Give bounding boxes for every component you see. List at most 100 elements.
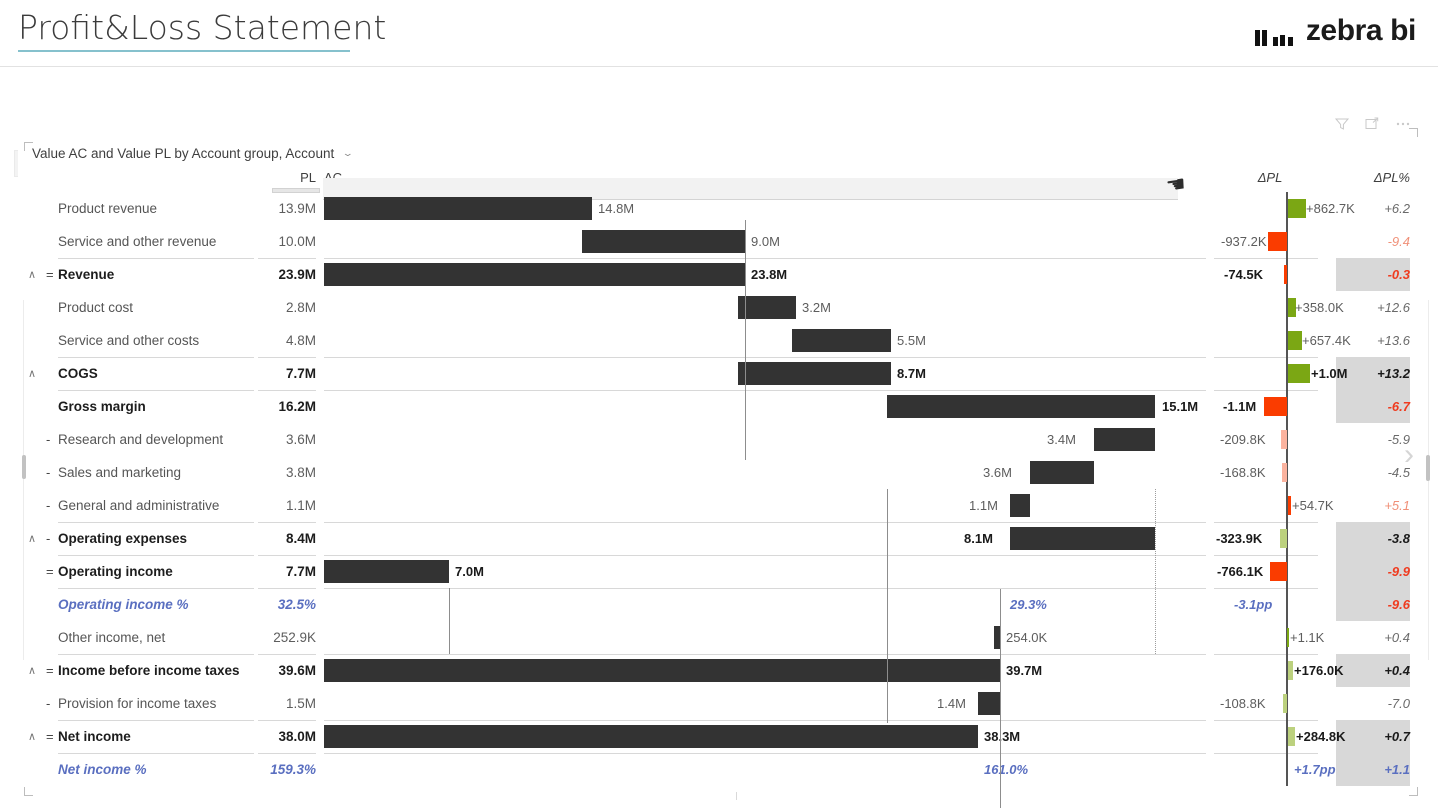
row-bar-ac — [792, 329, 891, 352]
row-value-pl: 2.8M — [285, 300, 316, 315]
row-operator-sign: = — [46, 663, 54, 678]
table-row[interactable]: ∧ = Revenue 23.9M 23.8M -74.5K -0.3 — [18, 258, 1420, 291]
row-chart-area: 254.0K — [324, 621, 1206, 654]
row-chart-area: 5.5M — [324, 324, 1206, 357]
row-bar-label-ac: 15.1M — [1162, 399, 1199, 414]
delta-pl-pct-label: -9.4 — [1387, 234, 1410, 249]
row-label: Research and development — [58, 432, 224, 447]
row-chart-area: 3.2M — [324, 291, 1206, 324]
delta-pl-label: -168.8K — [1220, 465, 1266, 480]
table-row[interactable]: ∧ - Operating expenses 8.4M 8.1M -323.9K -3.8 — [18, 522, 1420, 555]
row-label: Income before income taxes — [58, 663, 240, 678]
delta-pl-label: +54.7K — [1292, 498, 1334, 513]
filter-icon[interactable] — [1334, 116, 1350, 137]
table-row[interactable]: Service and other revenue 10.0M 9.0M -937.2… — [18, 225, 1420, 258]
next-page-chevron-icon[interactable]: › — [1404, 440, 1414, 470]
delta-pl-label: -766.1K — [1217, 564, 1264, 579]
delta-pl-pct-label: -4.5 — [1387, 465, 1410, 480]
visual-corner-handle-br — [1409, 787, 1418, 796]
delta-pl-bar — [1287, 628, 1289, 647]
column-header-pl: PL — [300, 170, 316, 185]
row-value-pl: 159.3% — [270, 762, 316, 777]
row-collapse-chevron-icon[interactable]: ∧ — [28, 357, 36, 390]
row-label: Net income — [58, 729, 131, 744]
delta-pl-bar — [1280, 529, 1287, 548]
row-bar-ac — [324, 197, 592, 220]
table-row[interactable]: - Sales and marketing 3.8M 3.6M -168.8K -4.5 — [18, 456, 1420, 489]
table-row[interactable]: - Research and development 3.6M 3.4M -209.8K… — [18, 423, 1420, 456]
delta-pl-label: -74.5K — [1224, 267, 1264, 282]
row-operator-sign: = — [46, 267, 54, 282]
row-bar-ac — [738, 362, 891, 385]
delta-pl-pct-label: +1.1 — [1384, 762, 1410, 777]
row-operator-sign: = — [46, 564, 54, 579]
delta-pl-label: -323.9K — [1216, 531, 1263, 546]
row-bar-ac — [582, 230, 745, 253]
row-label: Operating income % — [58, 597, 189, 612]
column-header-delta-pl: ΔPL — [1257, 170, 1283, 185]
bottom-axis-tick — [736, 792, 737, 800]
visual-corner-handle-bl — [24, 787, 33, 796]
delta-pl-label: +284.8K — [1296, 729, 1346, 744]
row-label: Operating expenses — [58, 531, 188, 546]
delta-pl-bar — [1283, 694, 1287, 713]
delta-pl-bar — [1282, 463, 1287, 482]
chevron-down-icon[interactable]: ⌄ — [342, 148, 354, 159]
delta-pl-bar — [1288, 727, 1295, 746]
waterfall-connector-line — [1155, 489, 1156, 654]
table-rows: Product revenue 13.9M 14.8M +862.7K +6.2 Serv… — [18, 192, 1420, 786]
row-bar-label-ac: 254.0K — [1006, 630, 1048, 645]
logo-bar — [1280, 35, 1286, 46]
row-label: Service and other costs — [58, 333, 200, 348]
table-row[interactable]: ∧ = Income before income taxes 39.6M 39.7M +1… — [18, 654, 1420, 687]
row-operator-sign: = — [46, 729, 54, 744]
table-row[interactable]: Gross margin 16.2M 15.1M -1.1M -6.7 — [18, 390, 1420, 423]
focus-mode-icon[interactable] — [1364, 116, 1380, 137]
table-row[interactable]: ∧ = Net income 38.0M 38.3M +284.8K +0.7 — [18, 720, 1420, 753]
waterfall-connector-line — [1000, 589, 1001, 808]
delta-pl-pct-label: +12.6 — [1377, 300, 1410, 315]
delta-pl-pct-label: +0.4 — [1384, 630, 1410, 645]
zebra-bars-logo-icon — [1254, 16, 1293, 46]
delta-pl-label: +358.0K — [1295, 300, 1344, 315]
table-row[interactable]: Other income, net 252.9K 254.0K +1.1K +0.4 — [18, 621, 1420, 654]
table-row[interactable]: Product cost 2.8M 3.2M +358.0K +12.6 — [18, 291, 1420, 324]
delta-pl-label: -1.1M — [1223, 399, 1257, 414]
table-row[interactable]: - Provision for income taxes 1.5M 1.4M -108.… — [18, 687, 1420, 720]
row-value-pl: 4.8M — [285, 333, 316, 348]
row-chart-area: 3.6M — [324, 456, 1206, 489]
table-row[interactable]: = Operating income 7.7M 7.0M -766.1K -9.9 — [18, 555, 1420, 588]
row-collapse-chevron-icon[interactable]: ∧ — [28, 720, 36, 753]
table-row[interactable]: Product revenue 13.9M 14.8M +862.7K +6.2 — [18, 192, 1420, 225]
delta-pl-pct-label: +6.2 — [1384, 201, 1410, 216]
right-scrollbar-thumb[interactable] — [1426, 455, 1430, 481]
table-row[interactable]: ∧ COGS 7.7M 8.7M +1.0M +13.2 — [18, 357, 1420, 390]
table-row[interactable]: Service and other costs 4.8M 5.5M +657.4K +1… — [18, 324, 1420, 357]
row-bar-ac — [1010, 527, 1155, 550]
delta-pl-label: +1.1K — [1290, 630, 1325, 645]
row-bar-label-ac: 3.4M — [1047, 432, 1076, 447]
visual-caption[interactable]: Value AC and Value PL by Account group, … — [32, 146, 354, 161]
row-value-pl: 1.5M — [285, 696, 316, 711]
delta-pl-label: +657.4K — [1302, 333, 1351, 348]
row-value-pl: 7.7M — [285, 564, 316, 579]
row-chart-area: 23.8M — [324, 258, 1206, 291]
row-collapse-chevron-icon[interactable]: ∧ — [28, 654, 36, 687]
row-chart-area: 39.7M — [324, 654, 1206, 687]
delta-pl-pct-label: +5.1 — [1384, 498, 1410, 513]
delta-pl-pct-label: -9.9 — [1387, 564, 1410, 579]
zebra-bi-table-visual: Value AC and Value PL by Account group, … — [18, 117, 1420, 808]
row-value-pl: 8.4M — [285, 531, 316, 546]
table-row[interactable]: Net income % 159.3% 161.0% +1.7pp +1.1 — [18, 753, 1420, 786]
row-chart-area: 1.4M — [324, 687, 1206, 720]
row-value-pl: 7.7M — [285, 366, 316, 381]
row-bar-label-ac: 29.3% — [1010, 597, 1047, 612]
row-collapse-chevron-icon[interactable]: ∧ — [28, 522, 36, 555]
delta-pl-label: -108.8K — [1220, 696, 1266, 711]
table-row[interactable]: Operating income % 32.5% 29.3% -3.1pp -9.6 — [18, 588, 1420, 621]
header-divider — [0, 66, 1438, 67]
table-row[interactable]: - General and administrative 1.1M 1.1M +54.7… — [18, 489, 1420, 522]
filter-toolbar: 2018 ⌄ Apr ⌄ MTD YTD P&L Balance Sheet C… — [0, 70, 1438, 177]
row-collapse-chevron-icon[interactable]: ∧ — [28, 258, 36, 291]
left-scrollbar-thumb[interactable] — [22, 455, 26, 479]
